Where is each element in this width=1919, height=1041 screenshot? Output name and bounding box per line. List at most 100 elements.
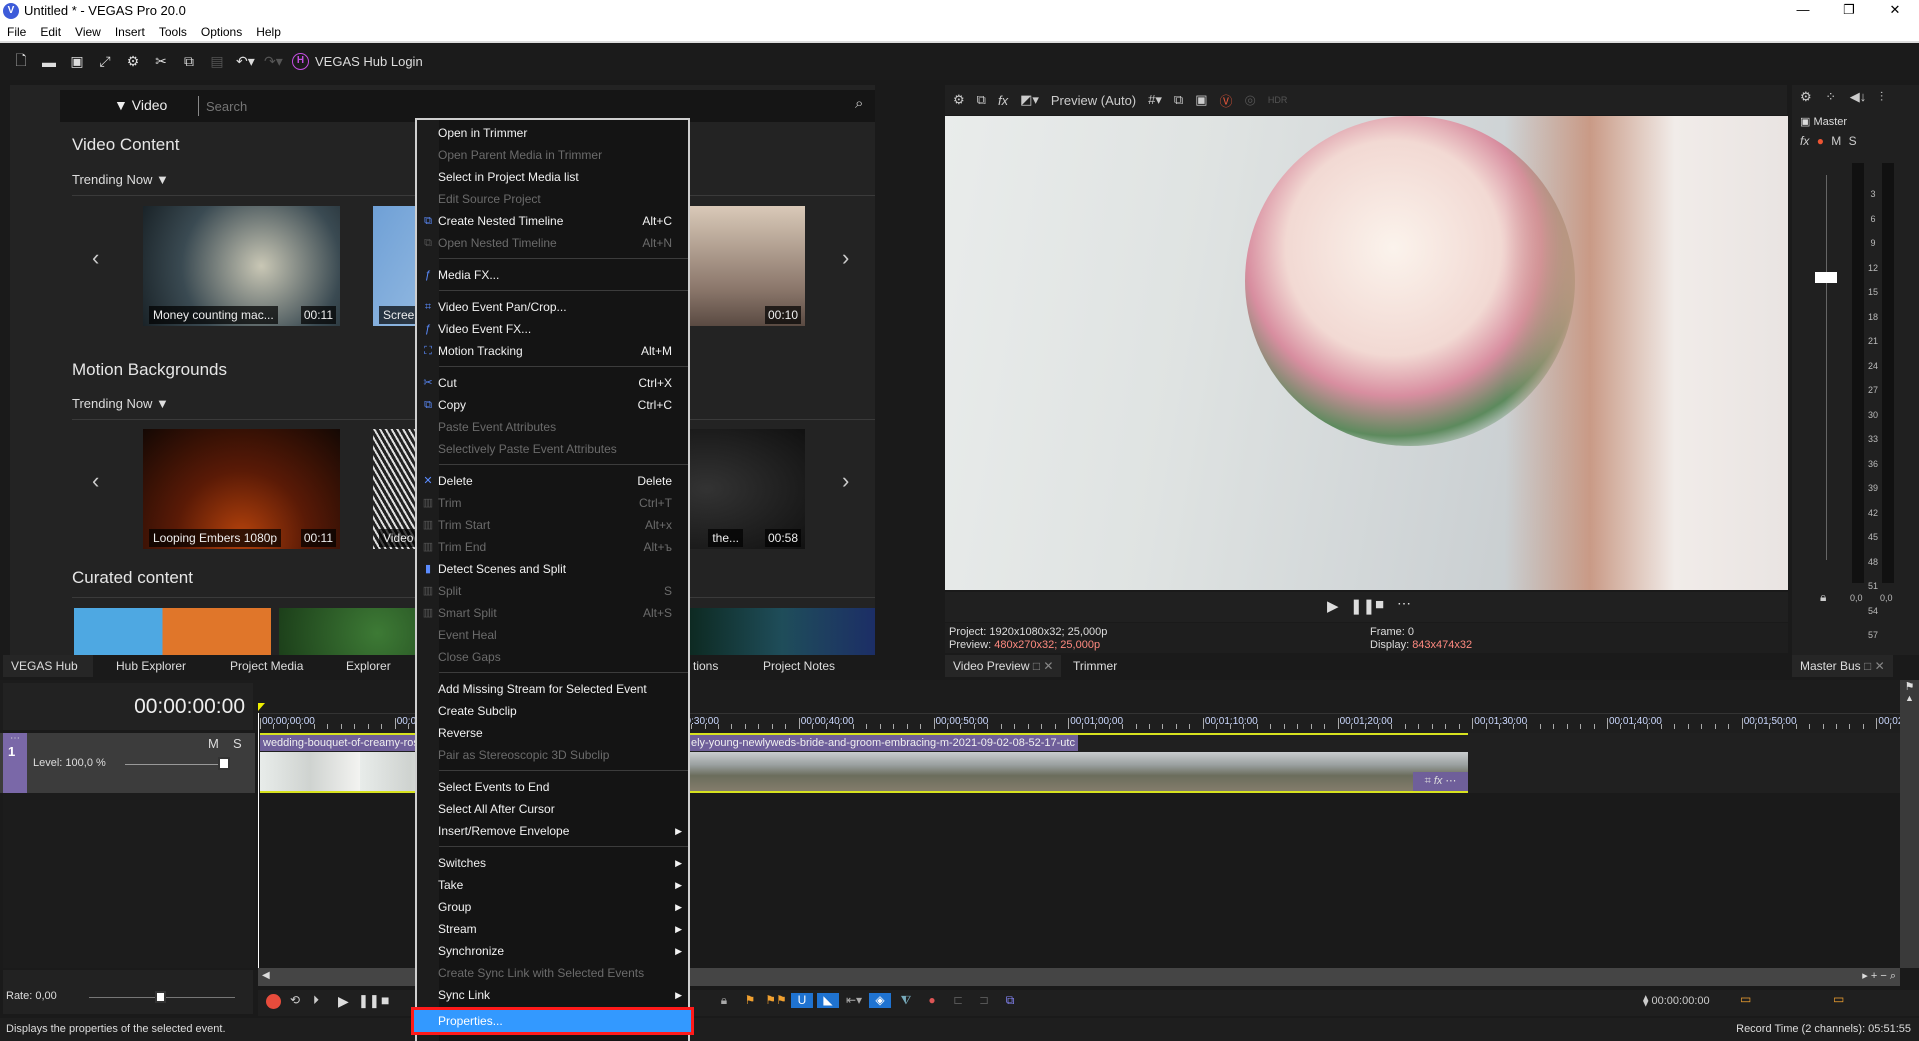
render-icon[interactable]: ⤢: [96, 53, 114, 70]
copy-snapshot-icon[interactable]: ⧉: [1174, 92, 1183, 108]
timeline-vertical-scrollbar[interactable]: ⚑ ▲: [1900, 680, 1919, 968]
menu-help[interactable]: Help: [249, 22, 288, 41]
event-fx-buttons[interactable]: ⌗ fx ⋯: [1413, 772, 1468, 791]
hub-search-input[interactable]: [206, 94, 706, 118]
menu-file[interactable]: File: [0, 22, 33, 41]
video-thumbnail[interactable]: Looping Embers 1080p 00:11: [143, 429, 340, 549]
tab-master-bus[interactable]: Master Bus □ ✕: [1792, 655, 1893, 677]
menu-item-media-fx[interactable]: ƒ Media FX...: [417, 264, 688, 286]
cut-icon[interactable]: ✂: [152, 53, 170, 70]
menu-item-switches[interactable]: Switches ▶: [417, 852, 688, 874]
event-tool-icon[interactable]: ⧉: [999, 993, 1021, 1008]
menu-item-stream[interactable]: Stream ▶: [417, 918, 688, 940]
track-color-strip[interactable]: ⋯ 1: [3, 733, 27, 793]
carousel-next-icon[interactable]: ›: [842, 245, 849, 271]
region-icon[interactable]: ⚑⚑: [765, 993, 787, 1008]
search-icon[interactable]: ⌕: [855, 95, 863, 112]
tab-transitions[interactable]: tions: [685, 655, 726, 677]
lock-icon[interactable]: 🔒︎: [713, 993, 735, 1008]
solo-button[interactable]: S: [233, 736, 242, 751]
menu-item-create-subclip[interactable]: Create Subclip: [417, 700, 688, 722]
carousel-prev-icon[interactable]: ‹: [92, 468, 99, 494]
lock-envelopes-icon[interactable]: ◈: [869, 993, 891, 1008]
copy-icon[interactable]: ⧉: [180, 53, 198, 70]
slip-tool-icon[interactable]: ⊐: [973, 993, 995, 1008]
level-slider-handle[interactable]: [218, 757, 230, 770]
stop-icon[interactable]: ■: [1375, 596, 1384, 613]
master-fx-mute-solo[interactable]: fx ● M S: [1800, 134, 1857, 148]
menu-item-detect-scenes-and-split[interactable]: ▮ Detect Scenes and Split: [417, 558, 688, 580]
master-fader-handle[interactable]: [1815, 272, 1837, 283]
marker-icon[interactable]: ⚑: [739, 993, 761, 1008]
menu-item-group[interactable]: Group ▶: [417, 896, 688, 918]
carousel-next-icon[interactable]: ›: [842, 468, 849, 494]
more-icon[interactable]: ⋯: [1397, 595, 1411, 612]
settings-icon[interactable]: ⚙: [124, 53, 142, 70]
tab-vegas-hub[interactable]: VEGAS Hub □ ✕: [3, 655, 93, 695]
tab-project-notes[interactable]: Project Notes: [755, 655, 843, 677]
selection-end-icon[interactable]: ▭: [1833, 992, 1844, 1006]
hub-login-button[interactable]: VEGAS Hub Login: [315, 54, 423, 69]
preview-quality-dropdown[interactable]: Preview (Auto): [1051, 93, 1136, 108]
new-file-icon[interactable]: 🗋: [12, 50, 30, 74]
snapping-icon[interactable]: U: [791, 993, 813, 1008]
menu-insert[interactable]: Insert: [108, 22, 152, 41]
stop-icon[interactable]: ■: [381, 992, 389, 1008]
tab-video-preview[interactable]: Video Preview □ ✕: [945, 655, 1062, 677]
menu-item-video-event-pan-crop[interactable]: ⌗ Video Event Pan/Crop...: [417, 296, 688, 318]
pause-icon[interactable]: ❚❚: [1350, 597, 1375, 615]
tab-project-media[interactable]: Project Media: [222, 655, 311, 677]
save-icon[interactable]: ▣: [68, 53, 86, 70]
menu-item-create-nested-timeline[interactable]: ⧉ Create Nested Timeline Alt+C: [417, 210, 688, 232]
play-from-start-icon[interactable]: ⏵: [313, 993, 319, 1008]
tab-explorer[interactable]: Explorer: [338, 655, 399, 677]
menu-item-sync-link[interactable]: Sync Link ▶: [417, 984, 688, 1006]
vegas-v-icon[interactable]: Ⓥ: [1220, 91, 1233, 110]
paste-icon[interactable]: ▤: [208, 53, 226, 70]
menu-item-properties[interactable]: Properties...: [411, 1007, 694, 1035]
menu-item-copy[interactable]: ⧉ Copy Ctrl+C: [417, 394, 688, 416]
undo-icon[interactable]: ↶▾: [236, 53, 255, 70]
maximize-button[interactable]: ❐: [1826, 0, 1872, 22]
menu-item-delete[interactable]: ✕ Delete Delete: [417, 470, 688, 492]
menu-item-cut[interactable]: ✂ Cut Ctrl+X: [417, 372, 688, 394]
menu-item-take[interactable]: Take ▶: [417, 874, 688, 896]
color-match-icon[interactable]: ●: [921, 993, 943, 1008]
menu-item-reverse[interactable]: Reverse: [417, 722, 688, 744]
ripple-edit-icon[interactable]: ⇤▾: [843, 993, 865, 1008]
category-dropdown[interactable]: ▼ Video: [114, 97, 167, 113]
external-monitor-icon[interactable]: ⧉: [977, 92, 986, 108]
auto-crossfade-icon[interactable]: ◣: [817, 993, 839, 1008]
tab-hub-explorer[interactable]: Hub Explorer: [108, 655, 194, 677]
ignore-grouping-icon[interactable]: ⧨: [895, 993, 917, 1008]
curated-thumbnail[interactable]: [690, 608, 875, 655]
play-icon[interactable]: ▶: [1327, 597, 1339, 615]
redo-icon[interactable]: ↷▾: [264, 53, 283, 70]
settings-icon[interactable]: ⚙: [953, 92, 965, 108]
loop-marker-icon[interactable]: [258, 703, 265, 711]
menu-options[interactable]: Options: [194, 22, 249, 41]
open-folder-icon[interactable]: ▬: [40, 54, 58, 70]
mute-button[interactable]: M: [208, 736, 219, 751]
save-snapshot-icon[interactable]: ▣: [1195, 92, 1207, 108]
close-button[interactable]: ✕: [1872, 0, 1918, 22]
lock-icon[interactable]: 🔒︎: [1820, 590, 1826, 605]
fx-icon[interactable]: fx: [998, 93, 1008, 108]
menu-item-select-all-after-cursor[interactable]: Select All After Cursor: [417, 798, 688, 820]
trending-filter[interactable]: Trending Now ▼: [72, 396, 169, 411]
record-button[interactable]: [266, 994, 281, 1009]
carousel-prev-icon[interactable]: ‹: [92, 245, 99, 271]
split-screen-icon[interactable]: ◩▾: [1020, 92, 1039, 108]
menu-item-select-events-to-end[interactable]: Select Events to End: [417, 776, 688, 798]
360-icon[interactable]: ◎: [1245, 92, 1256, 108]
playhead-cursor[interactable]: [258, 713, 259, 968]
rate-slider-handle[interactable]: [155, 991, 166, 1003]
tab-trimmer[interactable]: Trimmer: [1065, 655, 1125, 677]
play-icon[interactable]: ▶: [338, 993, 349, 1010]
loop-icon[interactable]: ⟲: [290, 993, 300, 1007]
overlays-grid-icon[interactable]: #▾: [1148, 92, 1162, 108]
minimize-button[interactable]: —: [1780, 0, 1826, 22]
menu-item-motion-tracking[interactable]: ⛶ Motion Tracking Alt+M: [417, 340, 688, 362]
video-thumbnail[interactable]: Money counting mac... 00:11: [143, 206, 340, 326]
menu-view[interactable]: View: [68, 22, 108, 41]
